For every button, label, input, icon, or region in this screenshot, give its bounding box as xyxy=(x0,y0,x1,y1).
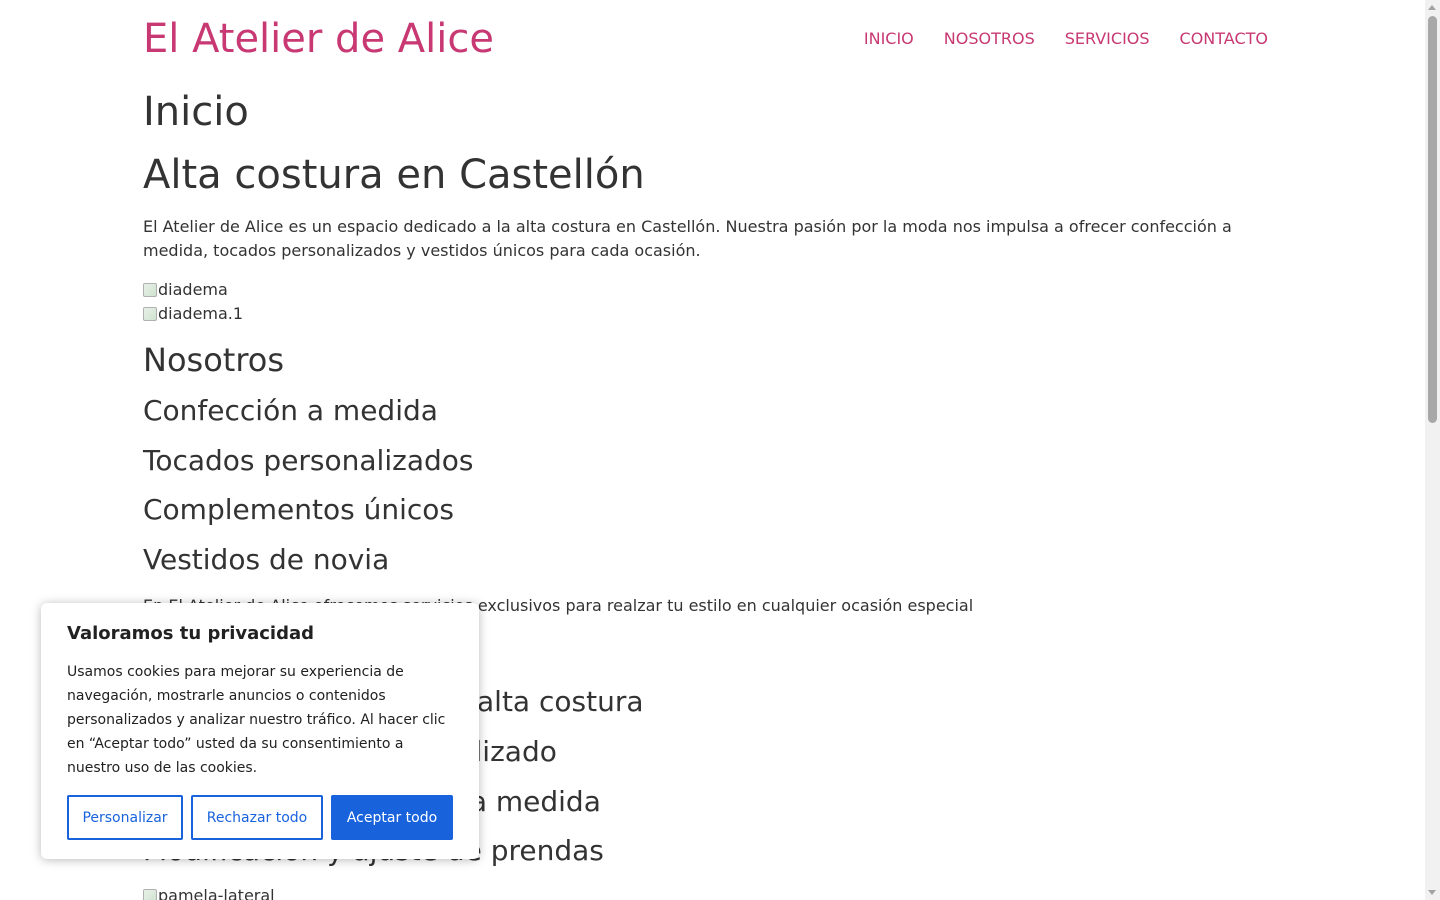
scroll-down-arrow-icon[interactable] xyxy=(1428,890,1436,895)
content-wrapper: El Atelier de Alice INICIO NOSOTROS SERV… xyxy=(143,0,1268,900)
feature-heading: Complementos únicos xyxy=(143,493,454,526)
broken-image-icon xyxy=(143,889,157,900)
customize-button[interactable]: Personalizar xyxy=(67,795,183,840)
scroll-up-arrow-icon[interactable] xyxy=(1428,5,1436,10)
cookie-banner-actions: Personalizar Rechazar todo Aceptar todo xyxy=(67,795,453,840)
headline: Alta costura en Castellón xyxy=(143,152,645,198)
nav-item-nosotros[interactable]: NOSOTROS xyxy=(944,29,1035,49)
broken-image-icon xyxy=(143,307,157,321)
section-heading-nosotros: Nosotros xyxy=(143,341,285,379)
intro-text: El Atelier de Alice es un espacio dedica… xyxy=(143,217,1232,260)
cookie-banner-text: Usamos cookies para mejorar su experienc… xyxy=(67,664,446,776)
vertical-scrollbar[interactable] xyxy=(1425,0,1440,900)
page-title: Inicio xyxy=(143,89,249,135)
broken-image-icon xyxy=(143,283,157,297)
image-diadema: diadema xyxy=(143,278,228,302)
cookie-consent-banner: Valoramos tu privacidad Usamos cookies p… xyxy=(41,603,479,859)
main-nav: INICIO NOSOTROS SERVICIOS CONTACTO xyxy=(864,29,1268,49)
accept-all-button[interactable]: Aceptar todo xyxy=(331,795,453,840)
feature-heading: Vestidos de novia xyxy=(143,543,390,576)
page: El Atelier de Alice INICIO NOSOTROS SERV… xyxy=(0,0,1440,900)
site-header: El Atelier de Alice INICIO NOSOTROS SERV… xyxy=(143,0,1268,80)
image-pamela-lateral: pamela-lateral xyxy=(143,884,275,900)
nav-item-servicios[interactable]: SERVICIOS xyxy=(1065,29,1150,49)
scrollbar-thumb[interactable] xyxy=(1428,16,1437,423)
image-alt-text: diadema xyxy=(158,280,228,299)
image-alt-text: pamela-lateral xyxy=(158,886,275,900)
reject-all-button[interactable]: Rechazar todo xyxy=(191,795,323,840)
site-title[interactable]: El Atelier de Alice xyxy=(143,13,494,65)
feature-heading: Tocados personalizados xyxy=(143,444,474,477)
image-diadema-1: diadema.1 xyxy=(143,302,243,326)
nav-item-contacto[interactable]: CONTACTO xyxy=(1180,29,1268,49)
cookie-banner-title: Valoramos tu privacidad xyxy=(67,623,315,644)
feature-heading: Confección a medida xyxy=(143,394,438,427)
image-alt-text: diadema.1 xyxy=(158,304,244,323)
nav-item-inicio[interactable]: INICIO xyxy=(864,29,914,49)
